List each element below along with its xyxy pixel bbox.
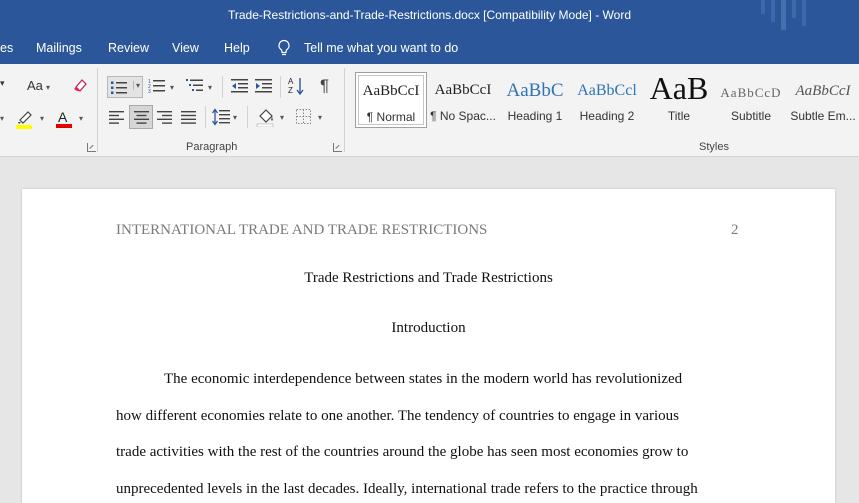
- body-text-line: how different economies relate to one an…: [116, 408, 680, 424]
- shading-icon[interactable]: [256, 107, 276, 127]
- style-sample: AaBbC: [506, 80, 564, 101]
- style-sample: AaBbCcI: [795, 83, 851, 99]
- style-no-spacing[interactable]: AaBbCcI ¶ No Spac...: [427, 72, 499, 128]
- highlight-color-icon[interactable]: [14, 109, 36, 129]
- multilevel-list-icon[interactable]: [186, 78, 204, 95]
- menu-references-tab[interactable]: es: [0, 41, 13, 55]
- body-text-line: The economic interdependence between sta…: [164, 371, 683, 387]
- style-sample: AaB: [649, 70, 709, 106]
- numbering-icon[interactable]: 1 2 3: [148, 78, 166, 95]
- style-normal[interactable]: AaBbCcI ¶ Normal: [355, 72, 427, 128]
- title-bar: Trade-Restrictions-and-Trade-Restriction…: [0, 0, 859, 32]
- menu-view-tab[interactable]: View: [172, 41, 199, 55]
- title-bar-decoration: [761, 0, 806, 30]
- lightbulb-icon: [278, 39, 290, 56]
- style-sample: AaBbCcI: [434, 82, 492, 98]
- document-title: Trade Restrictions and Trade Restriction…: [304, 270, 553, 286]
- bullets-button[interactable]: ▾: [107, 76, 143, 98]
- paragraph-group-label: Paragraph: [186, 141, 238, 153]
- group-separator: [205, 106, 206, 128]
- style-name: Subtitle: [730, 109, 772, 123]
- style-name: ¶ Normal: [366, 110, 416, 124]
- decrease-indent-icon[interactable]: [231, 78, 249, 94]
- chevron-down-icon[interactable]: ▾: [0, 114, 4, 123]
- font-dialog-launcher-icon[interactable]: [87, 143, 96, 152]
- style-heading-1[interactable]: AaBbC Heading 1: [499, 72, 571, 128]
- change-case-button[interactable]: Aa: [27, 78, 43, 93]
- chevron-down-icon[interactable]: ▾: [79, 114, 83, 123]
- style-name: Title: [667, 109, 691, 123]
- page-number: 2: [731, 222, 739, 238]
- align-center-icon: [134, 111, 149, 124]
- ribbon: ▾ Aa ▾ ▾ ▾ A ▾ ▾ 1 2 3 ▾ ▾ A Z ¶ ▾ ▾ ▾ P…: [0, 64, 859, 157]
- group-separator: [280, 76, 281, 98]
- menu-bar: es Mailings Review View Help Tell me wha…: [0, 32, 859, 64]
- tell-me-search[interactable]: Tell me what you want to do: [304, 41, 458, 55]
- show-hide-marks-icon[interactable]: ¶: [320, 76, 329, 96]
- style-name: Heading 1: [507, 109, 563, 123]
- document-page[interactable]: INTERNATIONAL TRADE AND TRADE RESTRICTIO…: [22, 189, 835, 503]
- clear-formatting-icon[interactable]: [71, 77, 89, 95]
- section-heading: Introduction: [391, 320, 466, 336]
- align-right-icon[interactable]: [157, 111, 173, 124]
- chevron-down-icon[interactable]: ▾: [233, 113, 237, 122]
- menu-mailings-tab[interactable]: Mailings: [36, 41, 82, 55]
- menu-review-tab[interactable]: Review: [108, 41, 149, 55]
- window-title: Trade-Restrictions-and-Trade-Restriction…: [227, 8, 632, 22]
- style-sample: AaBbCcD: [720, 85, 782, 100]
- style-heading-2[interactable]: AaBbCcl Heading 2: [571, 72, 643, 128]
- group-separator: [97, 68, 98, 152]
- group-separator: [247, 106, 248, 128]
- page-header: INTERNATIONAL TRADE AND TRADE RESTRICTIO…: [116, 222, 488, 238]
- style-sample: AaBbCcl: [577, 82, 637, 99]
- chevron-down-icon[interactable]: ▾: [46, 83, 50, 92]
- align-left-icon[interactable]: [109, 111, 125, 124]
- align-center-button[interactable]: [129, 105, 153, 129]
- styles-group-label: Styles: [699, 141, 729, 153]
- document-area[interactable]: INTERNATIONAL TRADE AND TRADE RESTRICTIO…: [0, 157, 859, 503]
- increase-indent-icon[interactable]: [255, 78, 273, 94]
- chevron-down-icon[interactable]: ▾: [318, 113, 322, 122]
- chevron-down-icon[interactable]: ▾: [170, 83, 174, 92]
- group-separator: [344, 68, 345, 152]
- chevron-down-icon[interactable]: ▾: [40, 114, 44, 123]
- paragraph-dialog-launcher-icon[interactable]: [333, 143, 342, 152]
- style-title[interactable]: AaB Title: [643, 70, 715, 128]
- justify-icon[interactable]: [181, 111, 197, 124]
- style-name: Heading 2: [579, 109, 635, 123]
- style-name: Subtle Em...: [790, 109, 856, 123]
- chevron-down-icon[interactable]: ▾: [0, 78, 5, 89]
- body-text-line: trade activities with the rest of the co…: [116, 444, 689, 460]
- svg-text:Z: Z: [288, 86, 293, 95]
- style-subtle-emphasis[interactable]: AaBbCcI Subtle Em...: [787, 72, 859, 128]
- bullets-icon: [111, 81, 127, 94]
- style-sample: AaBbCcI: [362, 83, 420, 99]
- svg-text:3: 3: [148, 89, 151, 95]
- chevron-down-icon[interactable]: ▾: [280, 113, 284, 122]
- style-subtitle[interactable]: AaBbCcD Subtitle: [715, 72, 787, 128]
- font-color-icon[interactable]: A: [55, 109, 75, 129]
- menu-help-tab[interactable]: Help: [224, 41, 250, 55]
- group-separator: [222, 76, 223, 98]
- style-name: ¶ No Spac...: [430, 109, 496, 123]
- chevron-down-icon[interactable]: ▾: [208, 83, 212, 92]
- svg-text:A: A: [288, 77, 294, 86]
- sort-icon[interactable]: A Z: [288, 76, 304, 96]
- borders-icon[interactable]: [296, 109, 311, 124]
- svg-text:A: A: [58, 109, 68, 125]
- line-spacing-icon[interactable]: [212, 108, 230, 126]
- body-text-line: unprecedented levels in the last decades…: [116, 481, 698, 497]
- chevron-down-icon[interactable]: ▾: [133, 81, 140, 90]
